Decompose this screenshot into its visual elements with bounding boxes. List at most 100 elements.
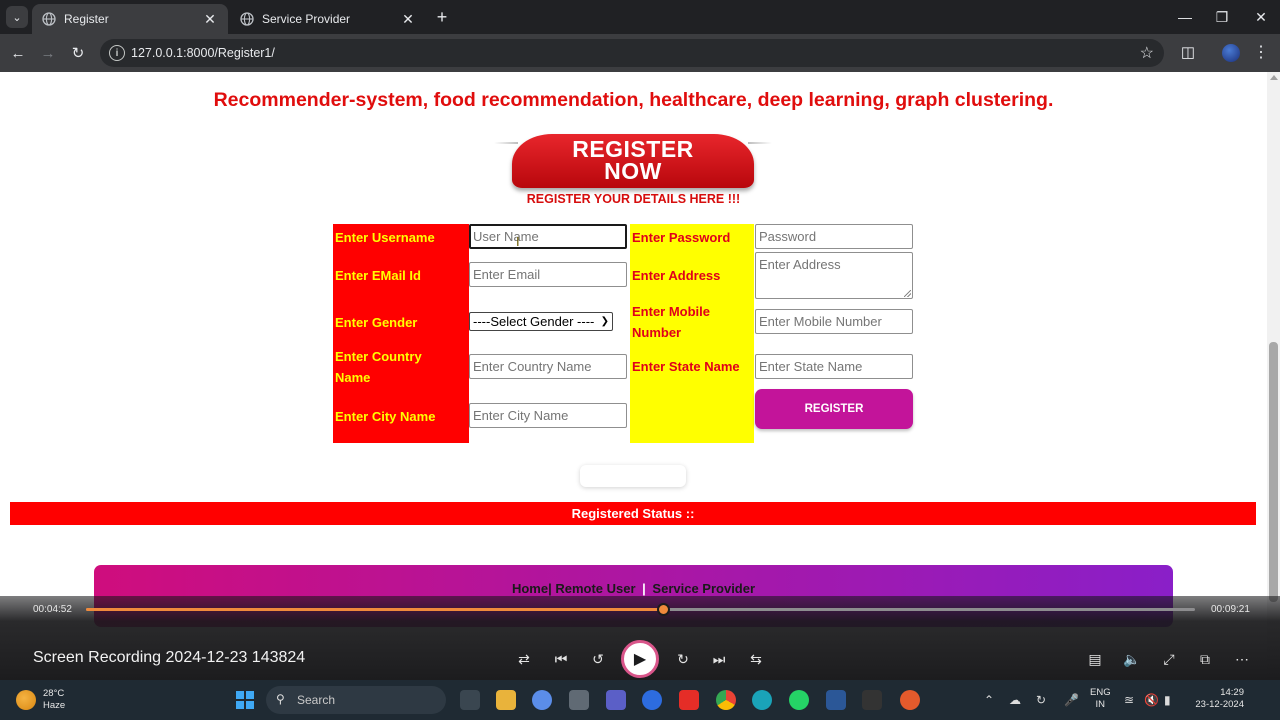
new-tab-plus-icon[interactable]: + <box>432 7 452 27</box>
globe-icon <box>240 12 254 26</box>
forward-arrow-icon[interactable]: → <box>37 42 59 64</box>
restore-icon[interactable]: ❐ <box>1209 6 1235 28</box>
language-line-1: ENG <box>1090 687 1111 698</box>
text-cursor-icon: I <box>516 234 520 249</box>
taskbar-clock[interactable]: 14:29 23-12-2024 <box>1190 687 1244 711</box>
footer-link-service-provider[interactable]: Service Provider <box>652 581 755 596</box>
seek-thumb[interactable] <box>657 603 670 616</box>
tab-search-chevron-icon[interactable]: ⌄ <box>6 6 28 28</box>
scroll-up-arrow-icon[interactable] <box>1270 75 1278 80</box>
globe-icon <box>42 12 56 26</box>
store-icon[interactable] <box>569 690 589 710</box>
username-input[interactable]: User Name <box>469 224 627 249</box>
url-bar[interactable]: i 127.0.0.1:8000/Register1/ ☆ <box>100 39 1164 67</box>
close-icon[interactable]: ✕ <box>400 11 416 27</box>
microphone-icon[interactable]: 🎤 <box>1064 693 1079 707</box>
country-input[interactable]: Enter Country Name <box>469 354 627 379</box>
register-now-banner: REGISTER NOW <box>494 132 772 192</box>
more-options-icon[interactable]: ⋯ <box>1231 648 1253 670</box>
banner-line-2: NOW <box>604 158 662 184</box>
address-textarea[interactable]: Enter Address <box>755 252 913 299</box>
rewind-10-icon[interactable]: ↺ <box>587 648 609 670</box>
gender-select-value: ----Select Gender ---- <box>473 314 595 329</box>
label-mobile: Enter Mobile Number <box>632 304 711 340</box>
more-vert-icon[interactable]: ⋮ <box>1253 42 1269 62</box>
battery-icon[interactable]: ▮ <box>1164 693 1171 707</box>
footer-separator: | <box>642 581 646 596</box>
scrollbar-thumb[interactable] <box>1269 342 1278 602</box>
language-indicator[interactable]: ENG IN <box>1090 687 1111 711</box>
gender-select[interactable]: ----Select Gender ---- ❯ <box>469 312 613 331</box>
back-arrow-icon[interactable]: ← <box>7 42 29 64</box>
onedrive-icon[interactable]: ☁ <box>1009 693 1021 707</box>
task-view-icon[interactable] <box>460 690 480 710</box>
label-gender: Enter Gender <box>335 315 418 330</box>
captions-icon[interactable]: ▤ <box>1084 648 1106 670</box>
reload-icon[interactable]: ↻ <box>67 42 89 64</box>
email-input[interactable]: Enter Email <box>469 262 627 287</box>
label-country: Enter Country Name <box>335 349 422 385</box>
file-explorer-icon[interactable] <box>496 690 516 710</box>
close-icon[interactable]: ✕ <box>202 11 218 27</box>
sync-icon[interactable]: ↻ <box>1036 693 1046 707</box>
speaker-muted-icon[interactable]: 🔇 <box>1144 693 1159 707</box>
zoom-icon[interactable] <box>642 690 662 710</box>
bookmark-star-icon[interactable]: ☆ <box>1140 43 1154 63</box>
total-time: 00:09:21 <box>1211 604 1250 615</box>
next-icon[interactable]: ⏭ <box>708 648 730 670</box>
footer-link-remote-user[interactable]: Remote User <box>555 581 635 596</box>
address-toolbar: ← → ↻ i 127.0.0.1:8000/Register1/ ☆ <box>0 34 1280 72</box>
extensions-puzzle-icon[interactable]: ◫ <box>1178 42 1198 62</box>
weather-sun-icon[interactable] <box>16 690 36 710</box>
youtube-icon[interactable] <box>679 690 699 710</box>
media-player-icon[interactable] <box>900 690 920 710</box>
label-username: Enter Username <box>335 230 435 245</box>
shuffle-icon[interactable]: ⇄ <box>513 648 535 670</box>
whatsapp-icon[interactable] <box>789 690 809 710</box>
forward-30-icon[interactable]: ↻ <box>672 648 694 670</box>
wifi-icon[interactable]: ≊ <box>1124 693 1134 707</box>
url-text: 127.0.0.1:8000/Register1/ <box>131 46 275 60</box>
edge-icon[interactable] <box>752 690 772 710</box>
register-subheading: REGISTER YOUR DETAILS HERE !!! <box>526 192 741 206</box>
teams-icon[interactable] <box>606 690 626 710</box>
elapsed-time: 00:04:52 <box>33 604 72 615</box>
volume-icon[interactable]: 🔈 <box>1121 648 1143 670</box>
repeat-icon[interactable]: ⇆ <box>745 648 767 670</box>
fullscreen-icon[interactable]: ⤢ <box>1158 648 1180 670</box>
register-button[interactable]: REGISTER <box>755 389 913 429</box>
label-city: Enter City Name <box>335 409 436 424</box>
tab-title: Service Provider <box>262 12 351 26</box>
tab-register[interactable]: Register ✕ <box>32 4 228 34</box>
vscode-icon[interactable] <box>826 690 846 710</box>
windows-start-icon[interactable] <box>236 691 254 709</box>
mini-player-icon[interactable]: ⧉ <box>1194 648 1216 670</box>
clock-date: 23-12-2024 <box>1195 699 1244 710</box>
footer-link-home[interactable]: Home <box>512 581 548 596</box>
tab-service-provider[interactable]: Service Provider ✕ <box>230 4 426 34</box>
mobile-input[interactable]: Enter Mobile Number <box>755 309 913 334</box>
terminal-icon[interactable] <box>862 690 882 710</box>
registered-status-bar: Registered Status :: <box>10 502 1256 525</box>
resize-grip-icon[interactable] <box>904 290 911 297</box>
weather-widget[interactable]: 28°C Haze <box>43 688 65 712</box>
site-info-icon[interactable]: i <box>109 45 125 61</box>
chrome-icon[interactable] <box>716 690 736 710</box>
label-address: Enter Address <box>632 268 721 283</box>
copilot-icon[interactable] <box>532 690 552 710</box>
state-input[interactable]: Enter State Name <box>755 354 913 379</box>
window-close-icon[interactable]: ✕ <box>1248 6 1274 28</box>
footer-links: Home| Remote User | Service Provider <box>94 581 1173 596</box>
tray-chevron-icon[interactable]: ⌃ <box>984 693 994 707</box>
previous-icon[interactable]: ⏮ <box>550 648 572 670</box>
play-button[interactable]: ▶ <box>621 640 659 678</box>
city-input[interactable]: Enter City Name <box>469 403 627 428</box>
address-placeholder: Enter Address <box>759 257 841 272</box>
profile-avatar[interactable] <box>1222 44 1240 62</box>
page-content: Recommender-system, food recommendation,… <box>0 72 1267 680</box>
minimize-icon[interactable]: — <box>1172 6 1198 28</box>
recording-title: Screen Recording 2024-12-23 143824 <box>33 649 306 666</box>
password-input[interactable]: Password <box>755 224 913 249</box>
label-password: Enter Password <box>632 230 731 245</box>
taskbar-search[interactable]: ⚲ Search <box>266 686 446 714</box>
